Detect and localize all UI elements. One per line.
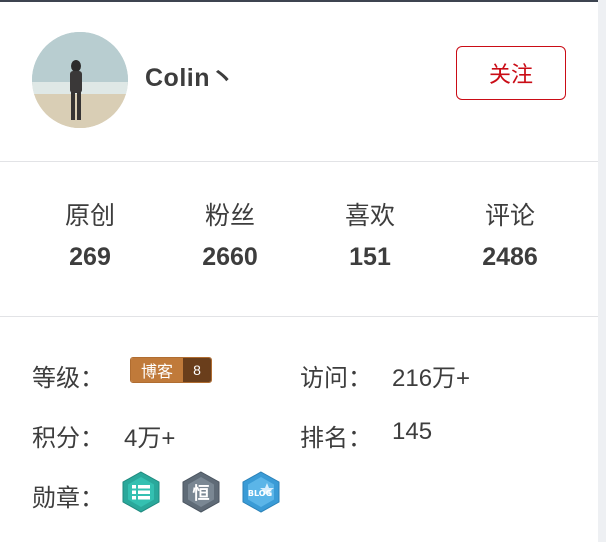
stat-label: 喜欢 (344, 202, 395, 230)
persistence-medal-icon[interactable]: 恒 (180, 471, 222, 513)
rank-value: 145 (392, 418, 433, 445)
stat-value: 2660 (202, 243, 258, 271)
avatar[interactable] (32, 32, 128, 128)
divider (0, 161, 598, 162)
divider (0, 316, 598, 317)
stat-label: 粉丝 (204, 202, 255, 230)
visits-label: 访问： (300, 365, 372, 392)
follow-button[interactable]: 关注 (456, 46, 566, 100)
stats-row: 原创 269 粉丝 2660 喜欢 151 评论 2486 (20, 198, 580, 288)
avatar-photo (32, 32, 128, 128)
medal-text: BLOG (248, 489, 272, 498)
points-label: 积分： (32, 425, 104, 452)
username[interactable]: Colin丶 (145, 58, 236, 94)
level-label: 等级： (32, 365, 104, 392)
stat-value: 2486 (482, 243, 538, 271)
stat-label: 评论 (484, 202, 535, 230)
stat-value: 151 (349, 243, 391, 271)
stat-label: 原创 (64, 202, 115, 230)
stat-original[interactable]: 原创 269 (20, 198, 160, 288)
medal-text: 恒 (193, 483, 210, 504)
stat-value: 269 (69, 243, 111, 271)
visits-value: 216万+ (392, 365, 471, 392)
level-badge-text: 博客 (131, 358, 183, 382)
stat-fans[interactable]: 粉丝 2660 (160, 198, 300, 288)
stat-comments[interactable]: 评论 2486 (440, 198, 580, 288)
blog-star-medal-icon[interactable]: BLOG (240, 471, 282, 513)
rank-label: 排名： (300, 425, 372, 452)
list-medal-icon[interactable] (120, 471, 162, 513)
scrollbar-track (598, 0, 606, 542)
points-value: 4万+ (124, 425, 176, 452)
level-badge-num: 8 (183, 358, 211, 382)
stat-likes[interactable]: 喜欢 151 (300, 198, 440, 288)
level-badge[interactable]: 博客 8 (130, 357, 212, 383)
medals-label: 勋章： (32, 485, 104, 512)
